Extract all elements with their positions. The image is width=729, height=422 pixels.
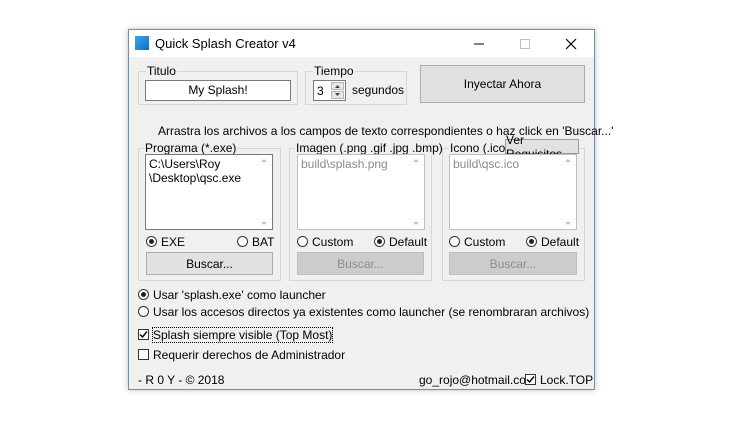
checkmark-icon [139, 331, 148, 339]
radio-exe-label: EXE [161, 235, 186, 249]
imagen-radio-custom[interactable] [297, 236, 308, 247]
icono-radio-default-label: Default [541, 235, 580, 249]
segundos-label: segundos [352, 83, 405, 97]
topmost-checkbox[interactable] [138, 329, 149, 340]
icono-radio-default[interactable] [526, 236, 537, 247]
stepper-down-button[interactable] [331, 91, 344, 99]
app-window: Quick Splash Creator v4 Titulo My Splash… [128, 29, 613, 390]
scrollbar-arrows-icon [261, 159, 267, 225]
radio-bat-label: BAT [252, 235, 275, 249]
ver-requisitos-button[interactable]: Ver Requisitos [505, 133, 579, 161]
maximize-button[interactable] [502, 30, 548, 57]
imagen-buscar-button[interactable]: Buscar... [297, 252, 424, 275]
tiempo-value: 3 [317, 84, 324, 98]
programa-path-line: \Desktop\qsc.exe [149, 171, 242, 185]
scrollbar-arrows-icon [413, 159, 419, 225]
radio-exe[interactable] [146, 236, 157, 247]
minimize-button[interactable] [456, 30, 502, 57]
maximize-icon [520, 38, 530, 49]
icono-buscar-button[interactable]: Buscar... [449, 252, 577, 275]
titulo-label: Titulo [146, 64, 177, 78]
icono-path-input[interactable]: build\qsc.ico [449, 154, 577, 230]
imagen-scrollbar[interactable] [409, 156, 423, 228]
imagen-radio-custom-label: Custom [312, 235, 354, 249]
imagen-radio-default[interactable] [374, 236, 385, 247]
icono-radio-custom-label: Custom [464, 235, 506, 249]
lock-top-label: Lock.TOP [540, 373, 594, 387]
programa-path-input[interactable]: C:\Users\Roy \Desktop\qsc.exe [145, 154, 273, 230]
close-icon [565, 38, 577, 49]
arrow-up-icon [335, 85, 340, 88]
icono-label: Icono (.ico) [449, 141, 511, 155]
window-title: Quick Splash Creator v4 [155, 36, 296, 51]
credit-text: - R 0 Y - © 2018 [138, 373, 225, 387]
programa-buscar-button[interactable]: Buscar... [146, 252, 273, 275]
email-link[interactable]: go_rojo@hotmail.com [419, 373, 536, 387]
title-bar[interactable]: Quick Splash Creator v4 [129, 30, 594, 57]
icono-scrollbar[interactable] [561, 156, 575, 228]
minimize-icon [474, 43, 484, 44]
inject-button[interactable]: Inyectar Ahora [420, 65, 585, 103]
programa-scrollbar[interactable] [257, 156, 271, 228]
checkmark-icon [526, 376, 535, 384]
imagen-label: Imagen (.png .gif .jpg .bmp) [295, 141, 444, 155]
radio-bat[interactable] [237, 236, 248, 247]
programa-path-line: C:\Users\Roy [149, 157, 221, 171]
icono-path: build\qsc.ico [453, 157, 520, 171]
stepper-up-button[interactable] [331, 82, 344, 90]
scrollbar-arrows-icon [565, 159, 571, 225]
arrow-down-icon [335, 93, 340, 96]
launcher-radio-splash[interactable] [138, 289, 149, 300]
launcher-option2-label: Usar los accesos directos ya existentes … [153, 305, 590, 319]
admin-checkbox[interactable] [138, 349, 149, 360]
imagen-path-input[interactable]: build\splash.png [297, 154, 425, 230]
tiempo-label: Tiempo [313, 64, 355, 78]
tiempo-stepper[interactable]: 3 [313, 80, 346, 101]
launcher-option1-label: Usar 'splash.exe' como launcher [153, 288, 326, 302]
titulo-input[interactable]: My Splash! [145, 80, 291, 101]
imagen-path: build\splash.png [301, 157, 388, 171]
lock-top-checkbox[interactable] [525, 374, 536, 385]
topmost-label: Splash siempre visible (Top Most) [151, 327, 334, 343]
icono-radio-custom[interactable] [449, 236, 460, 247]
launcher-radio-shortcuts[interactable] [138, 306, 149, 317]
app-icon [135, 36, 149, 50]
close-button[interactable] [548, 30, 594, 57]
admin-label: Requerir derechos de Administrador [153, 348, 346, 362]
imagen-radio-default-label: Default [389, 235, 428, 249]
programa-label: Programa (*.exe) [144, 141, 238, 155]
